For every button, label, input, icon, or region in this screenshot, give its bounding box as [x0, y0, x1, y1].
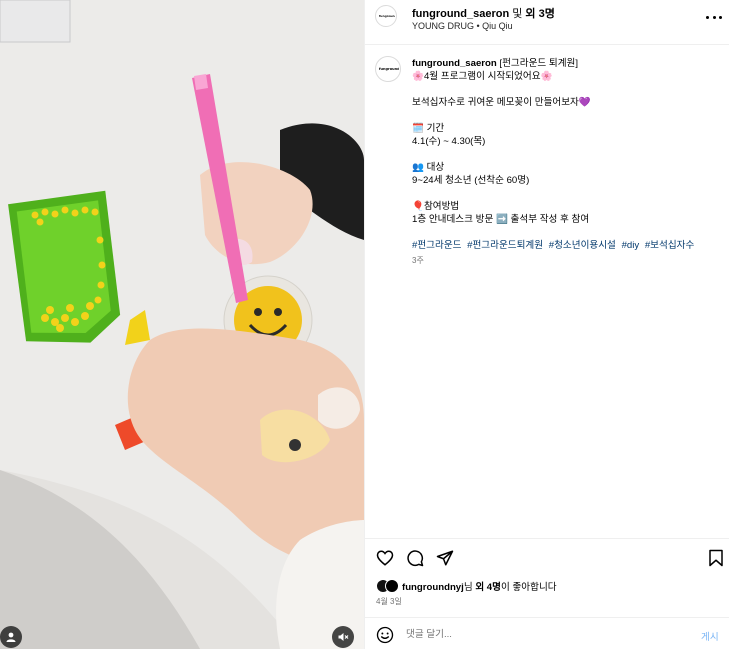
avatar-logo-text: funground [379, 67, 399, 71]
caption-avatar[interactable]: funground [375, 56, 401, 82]
header-username[interactable]: funground_saeron [412, 8, 509, 20]
caption-title: [펀그라운드 퇴계원] [499, 58, 579, 69]
hashtag-link[interactable]: #diy [622, 240, 640, 251]
post-caption: funground_saeron [펀그라운드 퇴계원] 🌸4월 프로그램이 시… [412, 57, 717, 267]
likes-summary: fungroundnyj님 외 4명이 좋아합니다 [376, 578, 557, 594]
likes-suffix: 님 [463, 582, 473, 593]
more-dot-icon [719, 15, 722, 19]
bookmark-icon[interactable] [707, 549, 725, 567]
hashtag-link[interactable]: #보석십자수 [645, 240, 694, 251]
photo-illustration [0, 0, 364, 649]
heart-icon[interactable] [376, 549, 394, 567]
caption-target-value: 9~24세 청소년 (선착순 60명) [412, 175, 530, 186]
header-others[interactable]: 외 3명 [525, 8, 554, 20]
caption-target-label: 👥 대상 [412, 162, 445, 173]
caption-method-value: 1층 안내데스크 방문 ➡️ 출석부 작성 후 참여 [412, 214, 590, 225]
liker-username[interactable]: fungroundnyj [402, 582, 464, 593]
caption-period-label: 🗓️ 기간 [412, 123, 445, 134]
likes-tail: 이 좋아합니다 [500, 582, 557, 593]
user-icon [6, 632, 16, 642]
post-photo[interactable] [0, 0, 364, 649]
share-icon[interactable] [436, 549, 454, 567]
emoji-icon[interactable] [376, 626, 394, 644]
header-audio-subtitle[interactable]: YOUNG DRUG • Qiu Qiu [412, 21, 513, 31]
liker-avatar[interactable] [385, 579, 399, 593]
more-dot-icon [712, 15, 716, 19]
caption-line: 보석십자수로 귀여운 메모꽂이 만들어보자💜 [412, 97, 591, 108]
comment-input[interactable] [406, 625, 676, 643]
avatar[interactable]: funground [375, 5, 397, 27]
avatar-logo-text: funground [379, 14, 395, 18]
caption-line: 🌸4월 프로그램이 시작되었어요🌸 [412, 71, 553, 82]
hashtag-link[interactable]: #펀그라운드퇴계원 [467, 240, 543, 251]
more-options-button[interactable] [706, 11, 722, 23]
post-date[interactable]: 4월 3일 [376, 596, 402, 607]
comment-bar: 게시 [365, 617, 729, 649]
speaker-muted-icon [338, 633, 349, 641]
header-title: funground_saeron 및 외 3명 [412, 5, 555, 21]
tagged-users-button[interactable] [0, 626, 22, 648]
caption-period-value: 4.1(수) ~ 4.30(목) [412, 136, 486, 147]
caption-method-label: 🎈참여방법 [412, 201, 460, 212]
post-comment-button[interactable]: 게시 [701, 629, 719, 643]
post-header: funground funground_saeron 및 외 3명 YOUNG … [365, 0, 729, 45]
post-panel: funground funground_saeron 및 외 3명 YOUNG … [364, 0, 729, 649]
hashtag-link[interactable]: #펀그라운드 [412, 240, 461, 251]
header-and-label: 및 [512, 8, 523, 20]
comment-icon[interactable] [406, 549, 424, 567]
action-bar [365, 538, 729, 576]
hashtag-list: #펀그라운드 #펀그라운드퇴계원 #청소년이용시설 #diy #보석십자수 [412, 239, 717, 252]
caption-timestamp[interactable]: 3주 [412, 254, 717, 267]
caption-username[interactable]: funground_saeron [412, 58, 497, 69]
mute-button[interactable] [332, 626, 354, 648]
more-dot-icon [706, 15, 709, 19]
likes-others[interactable]: 외 4명 [475, 582, 501, 593]
hashtag-link[interactable]: #청소년이용시설 [549, 240, 616, 251]
